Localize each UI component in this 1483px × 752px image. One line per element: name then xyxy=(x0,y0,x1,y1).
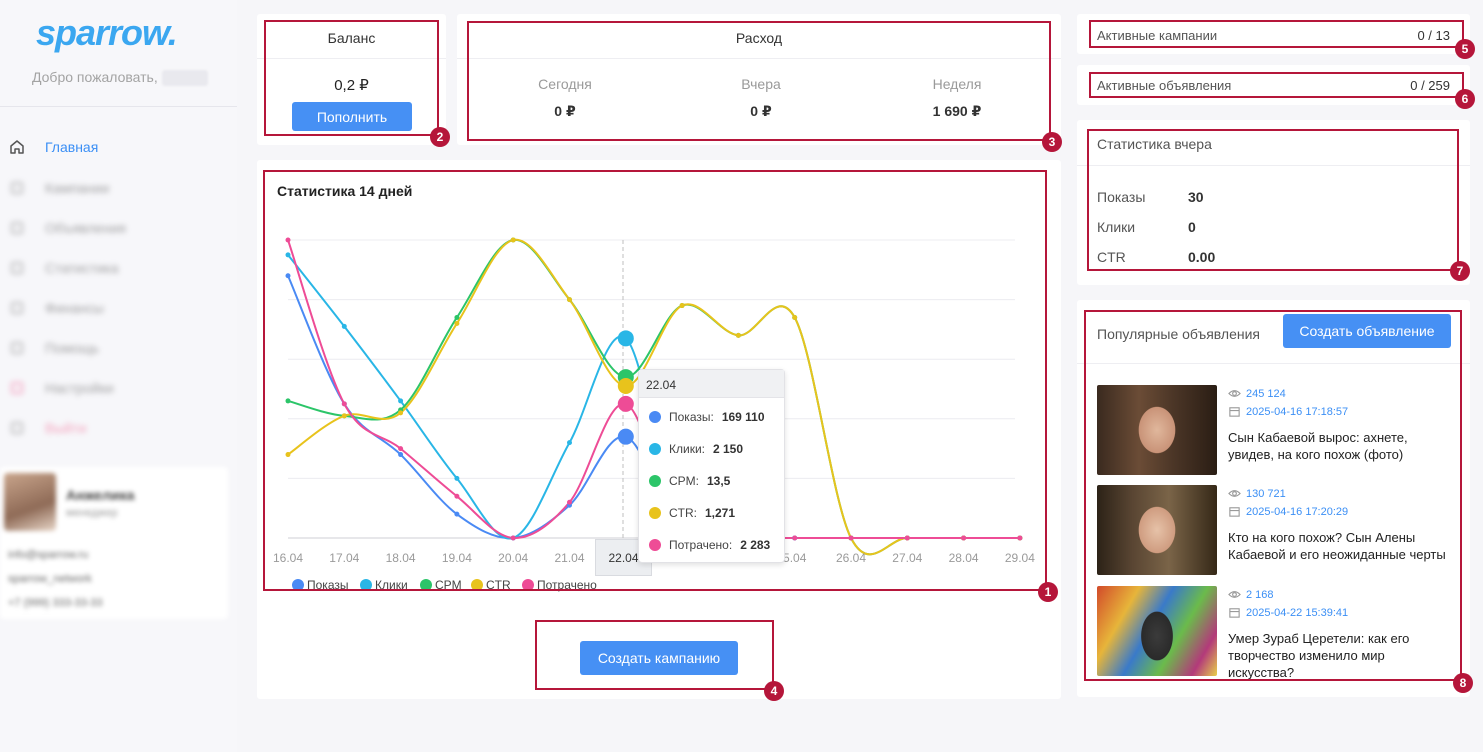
annotation-box-2 xyxy=(264,20,439,136)
annotation-box-4 xyxy=(535,620,774,690)
annotation-box-8 xyxy=(1084,310,1462,681)
annotation-badge-6: 6 xyxy=(1455,89,1475,109)
annotation-badge-7: 7 xyxy=(1450,261,1470,281)
annotation-badge-8: 8 xyxy=(1453,673,1473,693)
annotation-badge-1: 1 xyxy=(1038,582,1058,602)
annotation-badge-2: 2 xyxy=(430,127,450,147)
annotation-box-1 xyxy=(263,170,1047,591)
annotation-badge-4: 4 xyxy=(764,681,784,701)
annotation-box-5 xyxy=(1089,20,1464,48)
annotation-badge-3: 3 xyxy=(1042,132,1062,152)
annotation-box-6 xyxy=(1089,72,1464,98)
annotation-badge-5: 5 xyxy=(1455,39,1475,59)
annotation-box-7 xyxy=(1087,129,1459,271)
annotation-box-3 xyxy=(467,21,1051,141)
